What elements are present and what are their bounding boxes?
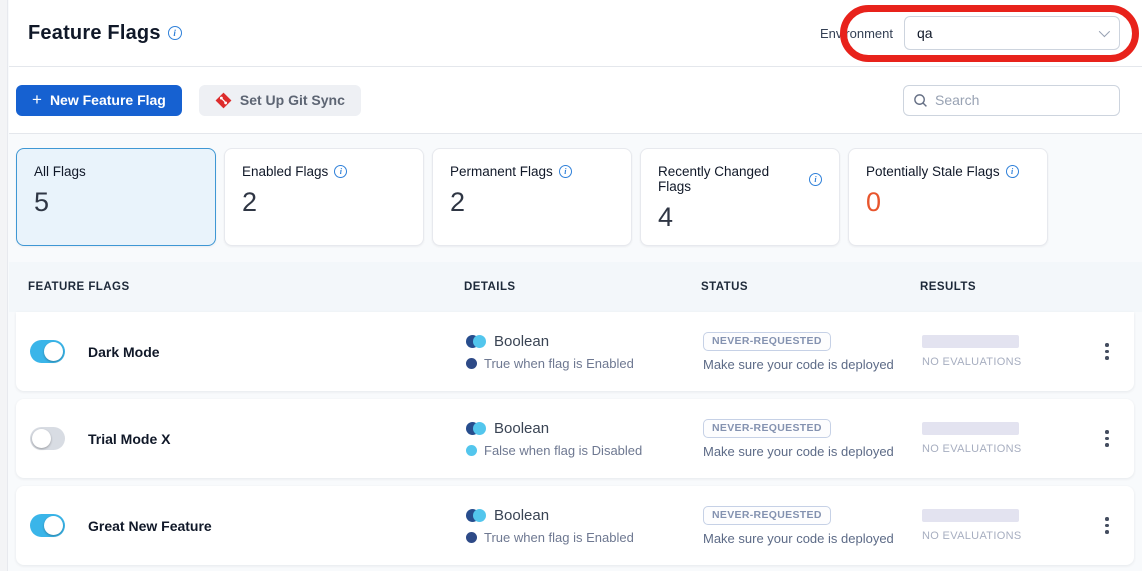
- flag-type: Boolean: [494, 507, 549, 524]
- results-placeholder-bar: [922, 422, 1019, 435]
- info-icon[interactable]: i: [559, 165, 572, 178]
- stat-label: Enabled Flags: [242, 164, 328, 179]
- stat-value: 5: [34, 187, 198, 218]
- flag-toggle[interactable]: [30, 340, 65, 363]
- chevron-down-icon: [1099, 26, 1110, 37]
- status-badge: NEVER-REQUESTED: [703, 332, 831, 351]
- stat-value: 0: [866, 187, 1030, 218]
- search-input[interactable]: [935, 92, 1116, 108]
- search-icon: [913, 93, 928, 108]
- toolbar: + New Feature Flag Set Up Git Sync: [9, 67, 1142, 134]
- value-dot-icon: [466, 532, 477, 543]
- no-evaluations-label: NO EVALUATIONS: [922, 530, 1090, 542]
- boolean-type-icon: [466, 509, 486, 522]
- stat-value: 2: [450, 187, 614, 218]
- no-evaluations-label: NO EVALUATIONS: [922, 356, 1090, 368]
- column-header-feature-flags: FEATURE FLAGS: [28, 281, 464, 293]
- stat-label: Recently Changed Flags: [658, 164, 803, 194]
- flag-detail: True when flag is Enabled: [484, 530, 634, 545]
- flag-type: Boolean: [494, 333, 549, 350]
- table-row: Trial Mode X Boolean False when flag is …: [16, 399, 1134, 478]
- flag-detail: True when flag is Enabled: [484, 356, 634, 371]
- git-icon: [215, 92, 232, 109]
- stat-card-permanent-flags[interactable]: Permanent Flags i 2: [432, 148, 632, 246]
- stat-value: 2: [242, 187, 406, 218]
- stats-cards: All Flags 5 Enabled Flags i 2 Permanent …: [9, 134, 1142, 262]
- toggle-knob: [44, 516, 63, 535]
- toggle-knob: [32, 429, 51, 448]
- table-row: Dark Mode Boolean True when flag is Enab…: [16, 312, 1134, 391]
- search-box[interactable]: [903, 85, 1120, 116]
- status-badge: NEVER-REQUESTED: [703, 506, 831, 525]
- feature-flags-page: Feature Flags i Environment qa + New Fea…: [9, 0, 1142, 565]
- info-icon[interactable]: i: [334, 165, 347, 178]
- stat-label: All Flags: [34, 164, 86, 179]
- results-placeholder-bar: [922, 509, 1019, 522]
- page-header: Feature Flags i Environment qa: [9, 0, 1142, 67]
- status-text: Make sure your code is deployed: [703, 531, 922, 546]
- column-header-results: RESULTS: [920, 281, 1088, 293]
- status-badge: NEVER-REQUESTED: [703, 419, 831, 438]
- flag-name[interactable]: Dark Mode: [88, 344, 160, 360]
- boolean-type-icon: [466, 422, 486, 435]
- new-feature-flag-button[interactable]: + New Feature Flag: [16, 85, 182, 116]
- info-icon[interactable]: i: [1006, 165, 1019, 178]
- row-menu-kebab-icon[interactable]: [1099, 511, 1115, 540]
- boolean-type-icon: [466, 335, 486, 348]
- flag-name[interactable]: Great New Feature: [88, 518, 212, 534]
- stat-label: Permanent Flags: [450, 164, 553, 179]
- stat-card-all-flags[interactable]: All Flags 5: [16, 148, 216, 246]
- flag-type: Boolean: [494, 420, 549, 437]
- row-menu-kebab-icon[interactable]: [1099, 337, 1115, 366]
- row-menu-kebab-icon[interactable]: [1099, 424, 1115, 453]
- table-row: Great New Feature Boolean True when flag…: [16, 486, 1134, 565]
- info-icon[interactable]: i: [809, 173, 822, 186]
- flag-toggle[interactable]: [30, 427, 65, 450]
- value-dot-icon: [466, 358, 477, 369]
- environment-label: Environment: [820, 26, 893, 41]
- stat-value: 4: [658, 202, 822, 233]
- environment-select[interactable]: qa: [904, 16, 1120, 50]
- column-header-status: STATUS: [701, 281, 920, 293]
- git-sync-label: Set Up Git Sync: [240, 92, 345, 108]
- stat-label: Potentially Stale Flags: [866, 164, 1000, 179]
- no-evaluations-label: NO EVALUATIONS: [922, 443, 1090, 455]
- table-header: FEATURE FLAGS DETAILS STATUS RESULTS: [9, 262, 1142, 312]
- sidebar-edge: [0, 0, 8, 571]
- stat-card-recently-changed-flags[interactable]: Recently Changed Flags i 4: [640, 148, 840, 246]
- stat-card-potentially-stale-flags[interactable]: Potentially Stale Flags i 0: [848, 148, 1048, 246]
- environment-value: qa: [917, 25, 933, 41]
- flag-detail: False when flag is Disabled: [484, 443, 642, 458]
- results-placeholder-bar: [922, 335, 1019, 348]
- title-info-icon[interactable]: i: [168, 26, 182, 40]
- flag-name[interactable]: Trial Mode X: [88, 431, 170, 447]
- status-text: Make sure your code is deployed: [703, 357, 922, 372]
- page-title: Feature Flags: [28, 22, 161, 45]
- stat-card-enabled-flags[interactable]: Enabled Flags i 2: [224, 148, 424, 246]
- value-dot-icon: [466, 445, 477, 456]
- column-header-details: DETAILS: [464, 281, 701, 293]
- setup-git-sync-button[interactable]: Set Up Git Sync: [199, 85, 361, 116]
- toggle-knob: [44, 342, 63, 361]
- flag-toggle[interactable]: [30, 514, 65, 537]
- new-feature-flag-label: New Feature Flag: [50, 92, 166, 108]
- status-text: Make sure your code is deployed: [703, 444, 922, 459]
- plus-icon: +: [32, 90, 42, 110]
